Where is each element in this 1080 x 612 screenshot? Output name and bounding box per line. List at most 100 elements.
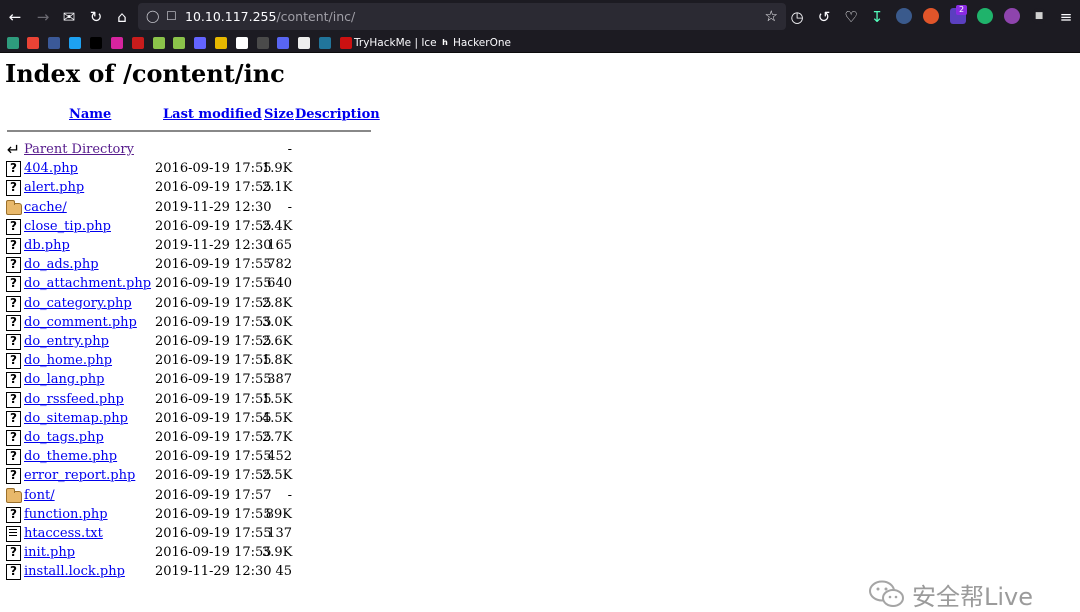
wordpress-icon[interactable]: [319, 37, 331, 49]
table-row: ? do_theme.php 2016-09-19 17:55 452: [0, 448, 400, 467]
table-row: ? function.php 2016-09-19 17:55 89K: [0, 506, 400, 525]
back-icon[interactable]: ←: [4, 6, 26, 28]
reload-icon[interactable]: ↻: [85, 6, 107, 28]
file-size: -: [287, 488, 292, 503]
history-icon[interactable]: ◷: [786, 6, 808, 28]
file-size: 452: [267, 449, 292, 464]
unknown-file-icon: ?: [6, 353, 21, 369]
discord-icon[interactable]: [277, 37, 289, 49]
bookmark-icon[interactable]: [215, 37, 227, 49]
file-date: 2016-09-19 17:55: [155, 257, 272, 272]
file-link[interactable]: do_lang.php: [24, 372, 104, 387]
bookmark-tryhackme[interactable]: TryHackMe | Ice: [354, 36, 437, 50]
file-link[interactable]: close_tip.php: [24, 219, 111, 234]
table-row: ? 404.php 2016-09-19 17:55 1.9K: [0, 160, 400, 179]
bookmark-icon[interactable]: [298, 37, 310, 49]
mastodon-icon[interactable]: [194, 37, 206, 49]
file-link[interactable]: Parent Directory: [24, 142, 134, 157]
file-date: 2016-09-19 17:55: [155, 161, 272, 176]
file-link[interactable]: do_tags.php: [24, 430, 104, 445]
file-link[interactable]: init.php: [24, 545, 75, 560]
url-bar[interactable]: ◯ ☐ 10.10.117.255/content/inc/ ☆: [138, 3, 786, 30]
file-link[interactable]: do_rssfeed.php: [24, 392, 124, 407]
star-icon[interactable]: ☆: [765, 7, 778, 25]
file-link[interactable]: do_category.php: [24, 296, 132, 311]
table-row: ? do_lang.php 2016-09-19 17:55 387: [0, 371, 400, 390]
file-link[interactable]: font/: [24, 488, 55, 503]
extension-icon[interactable]: [1004, 8, 1020, 24]
bookmark-icon[interactable]: [153, 37, 165, 49]
unknown-file-icon: ?: [6, 315, 21, 331]
file-link[interactable]: function.php: [24, 507, 108, 522]
download-icon[interactable]: ↧: [866, 6, 888, 28]
parent-directory-row: ↵ Parent Directory -: [0, 141, 400, 160]
file-link[interactable]: do_sitemap.php: [24, 411, 128, 426]
file-size: 3.0K: [262, 315, 293, 330]
file-link[interactable]: install.lock.php: [24, 564, 125, 579]
pocket-icon[interactable]: ♡: [840, 6, 862, 28]
bookmark-icon[interactable]: [132, 37, 144, 49]
gmail-icon[interactable]: [27, 37, 39, 49]
column-description-header[interactable]: Description: [295, 107, 380, 122]
unknown-file-icon: ?: [6, 372, 21, 388]
page-title: Index of /content/inc: [5, 59, 285, 88]
file-link[interactable]: error_report.php: [24, 468, 135, 483]
file-link[interactable]: db.php: [24, 238, 70, 253]
bookmark-icon[interactable]: [173, 37, 185, 49]
table-row: ? do_comment.php 2016-09-19 17:55 3.0K: [0, 314, 400, 333]
user-icon[interactable]: ■: [1031, 8, 1047, 24]
tryhackme-icon[interactable]: [340, 37, 352, 49]
file-date: 2016-09-19 17:57: [155, 488, 272, 503]
menu-icon[interactable]: ≡: [1055, 6, 1077, 28]
shield-icon[interactable]: ◯: [146, 8, 159, 24]
column-size-header[interactable]: Size: [264, 107, 294, 122]
file-link[interactable]: cache/: [24, 200, 67, 215]
bookmark-icon[interactable]: [48, 37, 60, 49]
file-date: 2016-09-19 17:55: [155, 219, 272, 234]
file-link[interactable]: htaccess.txt: [24, 526, 103, 541]
file-size: 3.9K: [262, 545, 293, 560]
file-link[interactable]: do_home.php: [24, 353, 112, 368]
bookmark-icon[interactable]: [90, 37, 102, 49]
file-link[interactable]: do_theme.php: [24, 449, 117, 464]
url-text[interactable]: 10.10.117.255/content/inc/: [185, 9, 355, 24]
file-link[interactable]: do_attachment.php: [24, 276, 151, 291]
file-size: 89K: [265, 507, 292, 522]
bookmark-hackerone[interactable]: HackerOne: [453, 36, 511, 50]
lock-icon[interactable]: ☐: [166, 8, 177, 24]
folder-icon: [6, 200, 22, 215]
twitter-icon[interactable]: [69, 37, 81, 49]
table-row: ? install.lock.php 2019-11-29 12:30 45: [0, 563, 400, 582]
undo-icon[interactable]: ↺: [813, 6, 835, 28]
mail-icon[interactable]: ✉: [58, 6, 80, 28]
file-link[interactable]: do_ads.php: [24, 257, 99, 272]
url-path: /content/inc/: [276, 9, 356, 24]
file-date: 2016-09-19 17:55: [155, 468, 272, 483]
table-row: ? init.php 2016-09-19 17:55 3.9K: [0, 544, 400, 563]
table-row: ? do_sitemap.php 2016-09-19 17:55 4.5K: [0, 410, 400, 429]
file-link[interactable]: alert.php: [24, 180, 84, 195]
table-row: ? do_attachment.php 2016-09-19 17:55 640: [0, 275, 400, 294]
extension-icon[interactable]: [896, 8, 912, 24]
bookmark-icon[interactable]: [7, 37, 19, 49]
table-row: ? do_rssfeed.php 2016-09-19 17:55 1.5K: [0, 391, 400, 410]
hackerone-icon[interactable]: h: [439, 37, 451, 49]
home-icon[interactable]: ⌂: [111, 6, 133, 28]
instagram-icon[interactable]: [111, 37, 123, 49]
file-size: 640: [267, 276, 292, 291]
file-date: 2016-09-19 17:55: [155, 545, 272, 560]
bookmark-icon[interactable]: [236, 37, 248, 49]
file-date: 2016-09-19 17:55: [155, 430, 272, 445]
column-last-modified-header[interactable]: Last modified: [163, 107, 262, 122]
column-name-header[interactable]: Name: [69, 107, 111, 122]
foxyproxy-icon[interactable]: [923, 8, 939, 24]
file-date: 2016-09-19 17:55: [155, 276, 272, 291]
file-link[interactable]: do_comment.php: [24, 315, 137, 330]
grammarly-icon[interactable]: [977, 8, 993, 24]
bookmark-icon[interactable]: [257, 37, 269, 49]
forward-icon[interactable]: →: [32, 6, 54, 28]
page-content: Index of /content/inc Name Last modified…: [0, 54, 1080, 611]
file-link[interactable]: do_entry.php: [24, 334, 109, 349]
table-row: font/2016-09-19 17:57-: [0, 487, 400, 506]
file-link[interactable]: 404.php: [24, 161, 78, 176]
